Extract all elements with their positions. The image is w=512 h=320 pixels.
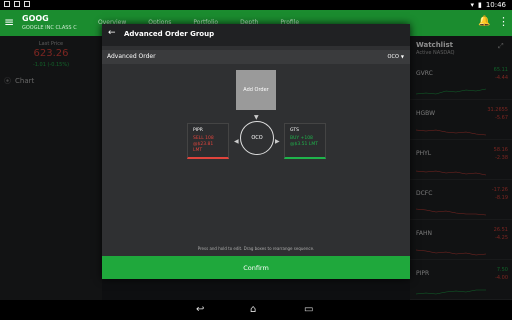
- menu-logo-icon[interactable]: ≡: [4, 15, 14, 29]
- confirm-label: Confirm: [243, 263, 269, 272]
- home-icon[interactable]: ⌂: [250, 304, 256, 315]
- more-vert-icon[interactable]: ⋮: [498, 15, 509, 28]
- back-arrow-icon[interactable]: ←: [108, 28, 116, 38]
- notification-icon: [14, 1, 20, 7]
- status-time: 10:46: [485, 1, 506, 9]
- add-order-button[interactable]: Add Order: [236, 70, 276, 110]
- order-card-buy[interactable]: GTS BUY +108 @$3.51 LMT: [284, 123, 326, 159]
- dialog-title: Advanced Order Group: [124, 30, 215, 38]
- down-triangle-icon: ▼: [254, 114, 259, 121]
- order-type-value: OCO: [387, 54, 399, 60]
- order-symbol: GTS: [290, 128, 299, 133]
- oco-node[interactable]: OCO: [240, 121, 274, 155]
- confirm-button[interactable]: Confirm: [102, 256, 410, 279]
- oco-label: OCO: [251, 135, 263, 141]
- hint-text: Press and hold to edit. Drag boxes to re…: [197, 246, 315, 251]
- back-icon[interactable]: ↩: [196, 304, 204, 315]
- order-symbol: PIPR: [193, 128, 203, 133]
- status-left-icons: [4, 1, 30, 7]
- left-triangle-icon: ◀: [234, 138, 239, 145]
- order-card-sell[interactable]: PIPR SELL 108 @$23.81 LMT: [187, 123, 229, 159]
- battery-icon: ▮: [477, 1, 482, 9]
- bell-icon[interactable]: 🔔: [478, 16, 490, 27]
- order-type-row: Advanced Order OCO ▼: [102, 50, 410, 64]
- order-price: @$3.51 LMT: [290, 142, 318, 147]
- advanced-order-dialog: ← Advanced Order Group Advanced Order OC…: [102, 24, 410, 279]
- order-price: @$23.81 LMT: [193, 142, 214, 153]
- notification-icon: [24, 1, 30, 7]
- add-order-label: Add Order: [243, 87, 269, 93]
- right-triangle-icon: ▶: [275, 138, 280, 145]
- wifi-icon: ▾: [470, 1, 474, 9]
- dialog-header: ← Advanced Order Group: [102, 24, 410, 46]
- status-right: ▾ ▮ 10:46: [470, 1, 506, 9]
- order-type-label: Advanced Order: [107, 53, 156, 60]
- header-ticker: GOOG: [22, 14, 49, 23]
- order-type-select[interactable]: OCO ▼: [388, 54, 404, 60]
- navigation-bar: ↩ ⌂ ▭: [0, 300, 512, 320]
- app-root: ▾ ▮ 10:46 ≡ GOOG GOOGLE INC CLASS C Over…: [0, 0, 512, 320]
- header-company: GOOGLE INC CLASS C: [22, 25, 77, 31]
- recents-icon[interactable]: ▭: [304, 304, 313, 315]
- notification-icon: [4, 1, 10, 7]
- status-bar: ▾ ▮ 10:46: [0, 0, 512, 10]
- chevron-down-icon: ▼: [400, 54, 404, 59]
